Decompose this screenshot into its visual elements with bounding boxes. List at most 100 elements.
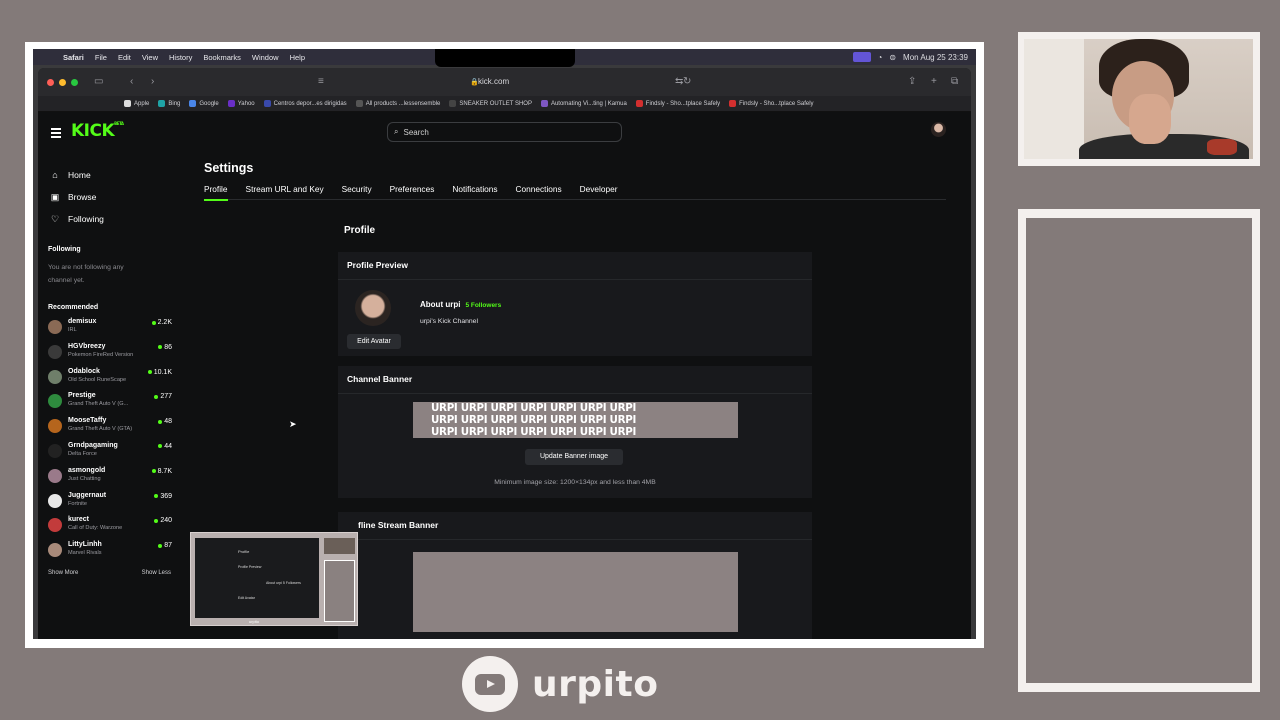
recommended-channel[interactable]: kurect Call of Duty: Warzone 240	[38, 515, 180, 540]
sidebar-item-home[interactable]: ⌂ Home	[38, 164, 180, 186]
findsly-favicon-icon	[729, 100, 737, 107]
bookmark-item[interactable]: Yahoo	[227, 100, 255, 107]
channel-name: Juggernaut	[68, 491, 107, 499]
channel-info: Prestige Grand Theft Auto V (G...	[68, 391, 128, 408]
about-line: About urpi 5 Followers	[420, 300, 501, 309]
forward-icon[interactable]: ›	[151, 76, 154, 87]
zoom-window-button[interactable]	[71, 79, 78, 86]
menu-help[interactable]: Help	[290, 53, 305, 62]
channel-banner-card: Channel Banner URPI URPI URPI URPI URPI …	[338, 366, 812, 498]
bookmark-item[interactable]: SNEAKER OUTLET SHOP	[449, 100, 532, 107]
update-banner-button[interactable]: Update Banner image	[525, 449, 623, 465]
clock[interactable]: Mon Aug 25 23:39	[903, 53, 968, 62]
channel-name: urpito	[532, 663, 659, 705]
show-more-button[interactable]: Show More	[48, 570, 78, 576]
control-center-icon[interactable]: ⊜	[889, 53, 896, 62]
share-icon[interactable]: ⇪	[908, 76, 916, 87]
channel-category: Just Chatting	[68, 475, 101, 482]
tab-security[interactable]: Security	[342, 184, 372, 200]
viewer-count: 10.1K	[147, 369, 172, 376]
channel-category: Call of Duty: Warzone	[68, 525, 123, 532]
menu-file[interactable]: File	[95, 53, 107, 62]
menu-icon[interactable]	[51, 128, 61, 140]
bookmark-label: SNEAKER OUTLET SHOP	[459, 100, 532, 107]
picture-in-picture-preview: Profile Profile Preview About urpi 5 Fol…	[190, 532, 358, 626]
recommended-channel[interactable]: LittyLinhh Marvel Rivals 87	[38, 540, 180, 565]
live-dot-icon	[151, 469, 156, 474]
recommended-channel[interactable]: MooseTaffy Grand Theft Auto V (GTA) 48	[38, 416, 180, 441]
recommended-channel[interactable]: Grndpagaming Delta Force 44	[38, 441, 180, 466]
recommended-channel[interactable]: Juggernaut Fortnite 369	[38, 491, 180, 516]
menu-history[interactable]: History	[169, 53, 192, 62]
minimize-window-button[interactable]	[59, 79, 66, 86]
sidebar-item-label: Following	[68, 214, 104, 224]
tab-stream-url[interactable]: Stream URL and Key	[246, 184, 324, 200]
menu-edit[interactable]: Edit	[118, 53, 131, 62]
show-less-button[interactable]: Show Less	[142, 570, 171, 576]
bookmark-item[interactable]: Google	[189, 100, 219, 107]
tab-notifications[interactable]: Notifications	[452, 184, 497, 200]
wifi-icon[interactable]: ◔	[878, 53, 883, 62]
bookmark-item[interactable]: Findsly - Sho...tplace Safely	[635, 100, 720, 107]
viewer-count-value: 277	[160, 393, 172, 401]
tab-developer[interactable]: Developer	[580, 184, 618, 200]
live-dot-icon	[154, 518, 159, 523]
edit-avatar-button[interactable]: Edit Avatar	[347, 334, 401, 349]
menu-safari[interactable]: Safari	[63, 53, 84, 62]
reader-icon[interactable]: ≡	[318, 76, 324, 87]
empty-side-panel-inner	[1026, 218, 1252, 683]
bookmark-item[interactable]: Centros depor...es dirigidas	[263, 100, 347, 107]
bookmark-item[interactable]: Bing	[158, 100, 180, 107]
recommended-channel[interactable]: Odablock Old School RuneScape 10.1K	[38, 367, 180, 392]
screen-record-icon[interactable]	[852, 52, 871, 62]
live-dot-icon	[158, 345, 163, 350]
heart-icon: ♡	[50, 213, 60, 224]
back-icon[interactable]: ‹	[130, 76, 133, 87]
site-favicon-icon	[355, 100, 363, 107]
tab-profile[interactable]: Profile	[204, 184, 228, 201]
bookmark-item[interactable]: Findsly - Sho...tplace Safely	[729, 100, 814, 107]
menu-view[interactable]: View	[142, 53, 158, 62]
recommended-channel[interactable]: HGVbreezy Pokemon FireRed Version 86	[38, 342, 180, 367]
play-icon	[475, 673, 505, 695]
channel-avatar	[48, 493, 62, 508]
bookmark-item[interactable]: All products ...lessensemble	[355, 100, 441, 107]
sidebar-item-browse[interactable]: ▣ Browse	[38, 186, 180, 208]
screen-capture: Safari File Edit View History Bookmarks …	[33, 49, 976, 639]
menu-bar-status: ◔ ⊜ Mon Aug 25 23:39	[852, 49, 968, 65]
menu-bookmarks[interactable]: Bookmarks	[203, 53, 241, 62]
tab-connections[interactable]: Connections	[516, 184, 562, 200]
channel-info: kurect Call of Duty: Warzone	[68, 515, 122, 532]
offline-banner-image	[413, 552, 738, 632]
webcam-panel	[1018, 32, 1260, 166]
channel-avatar	[48, 320, 62, 334]
close-window-button[interactable]	[47, 79, 54, 86]
google-favicon-icon	[189, 100, 197, 107]
recommended-channel[interactable]: demisux IRL 2.2K	[38, 317, 180, 342]
search-input[interactable]: ⌕ Search	[387, 122, 622, 142]
new-tab-icon[interactable]: +	[931, 76, 937, 87]
bookmark-item[interactable]: Automating Vi...ting | Kamua	[540, 100, 627, 107]
live-dot-icon	[147, 370, 152, 375]
channel-info: MooseTaffy Grand Theft Auto V (GTA)	[68, 416, 132, 433]
menu-window[interactable]: Window	[252, 53, 279, 62]
address-bar[interactable]: kick.com	[478, 77, 509, 86]
reload-icon[interactable]: ↻	[683, 76, 691, 87]
bookmark-item[interactable]: Apple	[124, 100, 149, 107]
tab-preferences[interactable]: Preferences	[390, 184, 435, 200]
sidebar-toggle-icon[interactable]: ▭	[94, 76, 103, 87]
kick-logo[interactable]: KICKBETA	[71, 121, 124, 141]
bookmark-label: All products ...lessensemble	[365, 100, 441, 107]
user-avatar[interactable]	[931, 122, 946, 137]
live-dot-icon	[158, 444, 163, 449]
youtube-logo-icon	[462, 656, 518, 712]
recommended-channel[interactable]: Prestige Grand Theft Auto V (G... 277	[38, 391, 180, 416]
sidebar-item-following[interactable]: ♡ Following	[38, 208, 180, 230]
findsly-favicon-icon	[635, 100, 643, 107]
channel-avatar	[48, 468, 62, 483]
tab-overview-icon[interactable]: ⧉	[951, 76, 958, 87]
banner-text-row: URPI URPI URPI URPI URPI URPI URPI	[431, 414, 636, 427]
live-dot-icon	[151, 320, 156, 325]
recommended-channel[interactable]: asmongold Just Chatting 8.7K	[38, 466, 180, 491]
channel-category: Pokemon FireRed Version	[68, 351, 134, 358]
